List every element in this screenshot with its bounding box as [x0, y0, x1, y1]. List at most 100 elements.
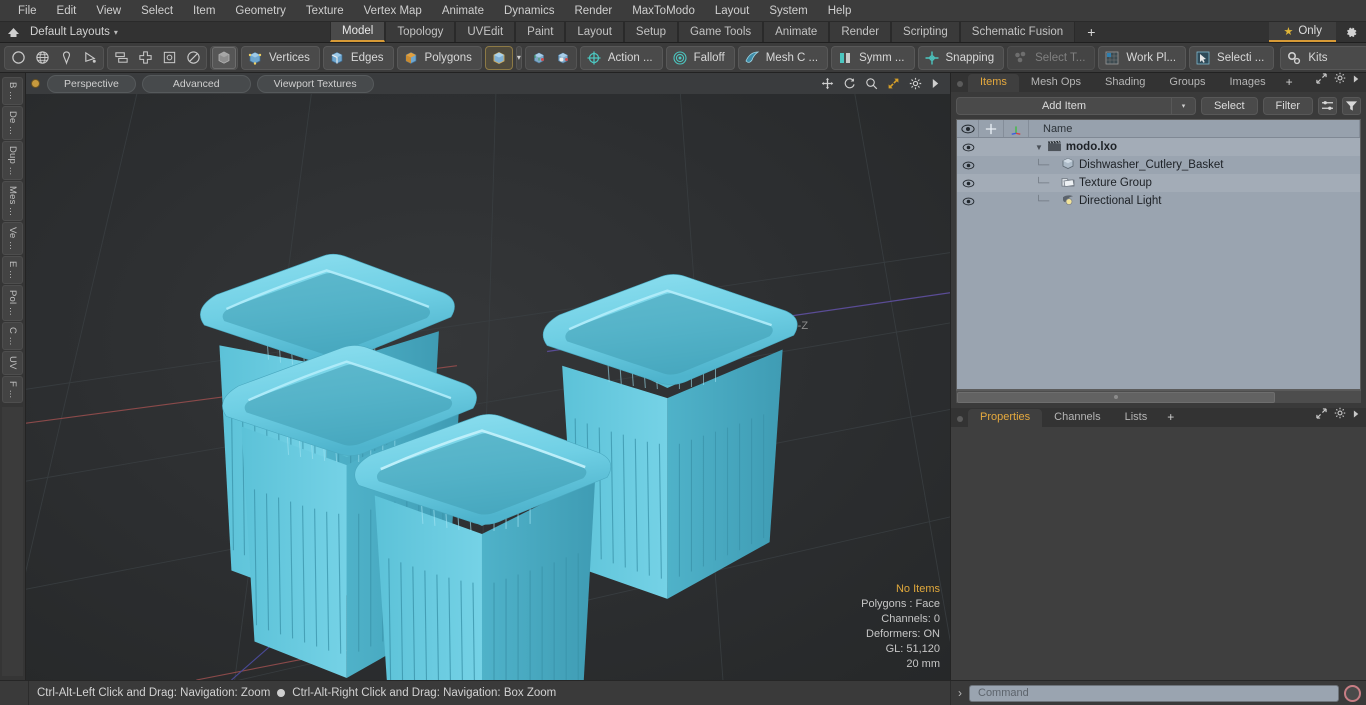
fit-icon[interactable]	[887, 77, 900, 90]
gear-icon[interactable]	[1334, 71, 1346, 89]
selection-sets-button[interactable]: Selecti ...	[1189, 45, 1275, 70]
filter-button[interactable]: Filter	[1262, 96, 1313, 115]
row-lock-cell[interactable]	[979, 138, 1004, 156]
tree-item-mesh[interactable]: └─ Dishwasher_Cutlery_Basket	[1029, 156, 1360, 174]
tab-lists[interactable]: Lists	[1113, 409, 1160, 427]
slice-icon[interactable]	[181, 47, 205, 69]
add-tab-button[interactable]: +	[1278, 74, 1301, 92]
item-cube-icon[interactable]	[212, 46, 236, 69]
menu-item-system[interactable]: System	[759, 2, 817, 20]
zoom-icon[interactable]	[865, 77, 878, 90]
left-tab-mesh-edit[interactable]: Mes ...	[2, 181, 23, 222]
row-axis-cell[interactable]	[1004, 174, 1029, 192]
table-row[interactable]: └─ Dishwasher_Cutlery_Basket	[957, 156, 1360, 174]
layout-tab-layout[interactable]: Layout	[565, 22, 624, 42]
row-visibility-toggle[interactable]	[957, 156, 979, 174]
row-visibility-toggle[interactable]	[957, 174, 979, 192]
mode-dropdown-button[interactable]: ▾	[515, 45, 522, 70]
globe-icon[interactable]	[30, 47, 54, 69]
expand-icon[interactable]	[931, 78, 940, 89]
left-tab-vertex[interactable]: Ve ...	[2, 222, 23, 255]
tree-item-light[interactable]: └─ Directional Light	[1029, 192, 1360, 210]
menu-item-item[interactable]: Item	[183, 2, 225, 20]
row-visibility-toggle[interactable]	[957, 138, 979, 156]
gear-icon[interactable]	[1336, 22, 1366, 42]
menu-item-maxtomodo[interactable]: MaxToModo	[622, 2, 705, 20]
table-row[interactable]: └─ Directional Light	[957, 192, 1360, 210]
bevel-icon[interactable]	[157, 47, 181, 69]
mesh-constraint-button[interactable]: Mesh C ...	[737, 45, 829, 70]
only-toggle[interactable]: ★ Only	[1269, 22, 1336, 42]
tab-properties[interactable]: Properties	[968, 409, 1043, 427]
tab-items[interactable]: Items	[968, 74, 1019, 92]
mirror-icon[interactable]	[109, 47, 133, 69]
pivot-icon-1[interactable]	[527, 47, 551, 69]
left-tab-basic[interactable]: B ...	[2, 77, 23, 105]
cube-icon[interactable]	[487, 47, 511, 69]
tab-shading[interactable]: Shading	[1093, 74, 1157, 92]
row-axis-cell[interactable]	[1004, 138, 1029, 156]
add-item-button[interactable]: Add Item ▾	[956, 96, 1196, 115]
tab-images[interactable]: Images	[1218, 74, 1278, 92]
move-icon[interactable]	[821, 77, 834, 90]
record-icon[interactable]	[1344, 684, 1361, 702]
left-tab-polygon[interactable]: Pol ...	[2, 284, 23, 321]
tree-item-scene[interactable]: ▼ modo.lxo	[1029, 138, 1360, 156]
left-tab-fusion[interactable]: F ...	[2, 375, 23, 403]
add-tab-button[interactable]: +	[1159, 409, 1182, 427]
expand-icon[interactable]	[1316, 71, 1327, 89]
menu-item-texture[interactable]: Texture	[296, 2, 354, 20]
chevron-right-icon[interactable]	[1353, 71, 1360, 89]
layout-tab-game-tools[interactable]: Game Tools	[677, 22, 764, 42]
menu-item-dynamics[interactable]: Dynamics	[494, 2, 564, 20]
select-button[interactable]: Select	[1200, 96, 1258, 115]
items-tree-hscrollbar[interactable]	[956, 390, 1361, 403]
snapping-button[interactable]: Snapping	[917, 45, 1005, 70]
layout-tab-paint[interactable]: Paint	[515, 22, 566, 42]
menu-item-select[interactable]: Select	[131, 2, 183, 20]
rotate-icon[interactable]	[843, 77, 856, 90]
chevron-down-icon[interactable]: ▾	[1170, 97, 1195, 114]
layout-tab-model[interactable]: Model	[330, 22, 386, 42]
menu-item-edit[interactable]: Edit	[47, 2, 87, 20]
table-row[interactable]: ▼ modo.lxo	[957, 138, 1360, 156]
expand-arrow-icon[interactable]: ▼	[1035, 143, 1043, 152]
row-axis-cell[interactable]	[1004, 192, 1029, 210]
menu-item-vertex-map[interactable]: Vertex Map	[354, 2, 432, 20]
menu-item-help[interactable]: Help	[818, 2, 862, 20]
row-axis-cell[interactable]	[1004, 156, 1029, 174]
left-tab-edge[interactable]: E ...	[2, 255, 23, 284]
curve-icon[interactable]	[78, 47, 102, 69]
layout-tab-setup[interactable]: Setup	[623, 22, 678, 42]
left-tab-curve[interactable]: C ...	[2, 321, 23, 350]
viewport-view-type-button[interactable]: Perspective	[47, 74, 136, 93]
left-tab-deform[interactable]: De ...	[2, 105, 23, 140]
layout-tab-schematic-fusion[interactable]: Schematic Fusion	[959, 22, 1076, 42]
tab-groups[interactable]: Groups	[1157, 74, 1217, 92]
center-icon[interactable]	[133, 47, 157, 69]
viewport-canvas[interactable]: -Z No Items Polygons: Face Channels: 0 …	[26, 94, 950, 680]
list-options-icon[interactable]	[1318, 96, 1337, 115]
layout-tab-topology[interactable]: Topology	[385, 22, 456, 42]
left-tab-duplicate[interactable]: Dup ...	[2, 140, 23, 181]
gear-icon[interactable]	[1334, 406, 1346, 424]
menu-item-geometry[interactable]: Geometry	[225, 2, 296, 20]
selection-mode-polygons[interactable]: Polygons	[396, 45, 482, 70]
tab-mesh-ops[interactable]: Mesh Ops	[1019, 74, 1093, 92]
command-input[interactable]: Command	[969, 684, 1339, 702]
menu-item-view[interactable]: View	[86, 2, 131, 20]
row-lock-cell[interactable]	[979, 192, 1004, 210]
layout-tab-animate[interactable]: Animate	[763, 22, 830, 42]
add-layout-tab-button[interactable]: +	[1075, 22, 1107, 42]
viewport-textures-button[interactable]: Viewport Textures	[256, 74, 374, 93]
row-lock-cell[interactable]	[979, 174, 1004, 192]
selection-mode-vertices[interactable]: Vertices	[241, 45, 320, 70]
layout-tab-render[interactable]: Render	[829, 22, 892, 42]
work-plane-button[interactable]: Work Pl...	[1098, 45, 1187, 70]
menu-item-render[interactable]: Render	[564, 2, 622, 20]
row-visibility-toggle[interactable]	[957, 192, 979, 210]
action-center-button[interactable]: Action ...	[579, 45, 663, 70]
pen-icon[interactable]	[54, 47, 78, 69]
scrollbar-thumb[interactable]	[957, 391, 1276, 403]
panel-indicator-dot[interactable]	[957, 416, 963, 422]
